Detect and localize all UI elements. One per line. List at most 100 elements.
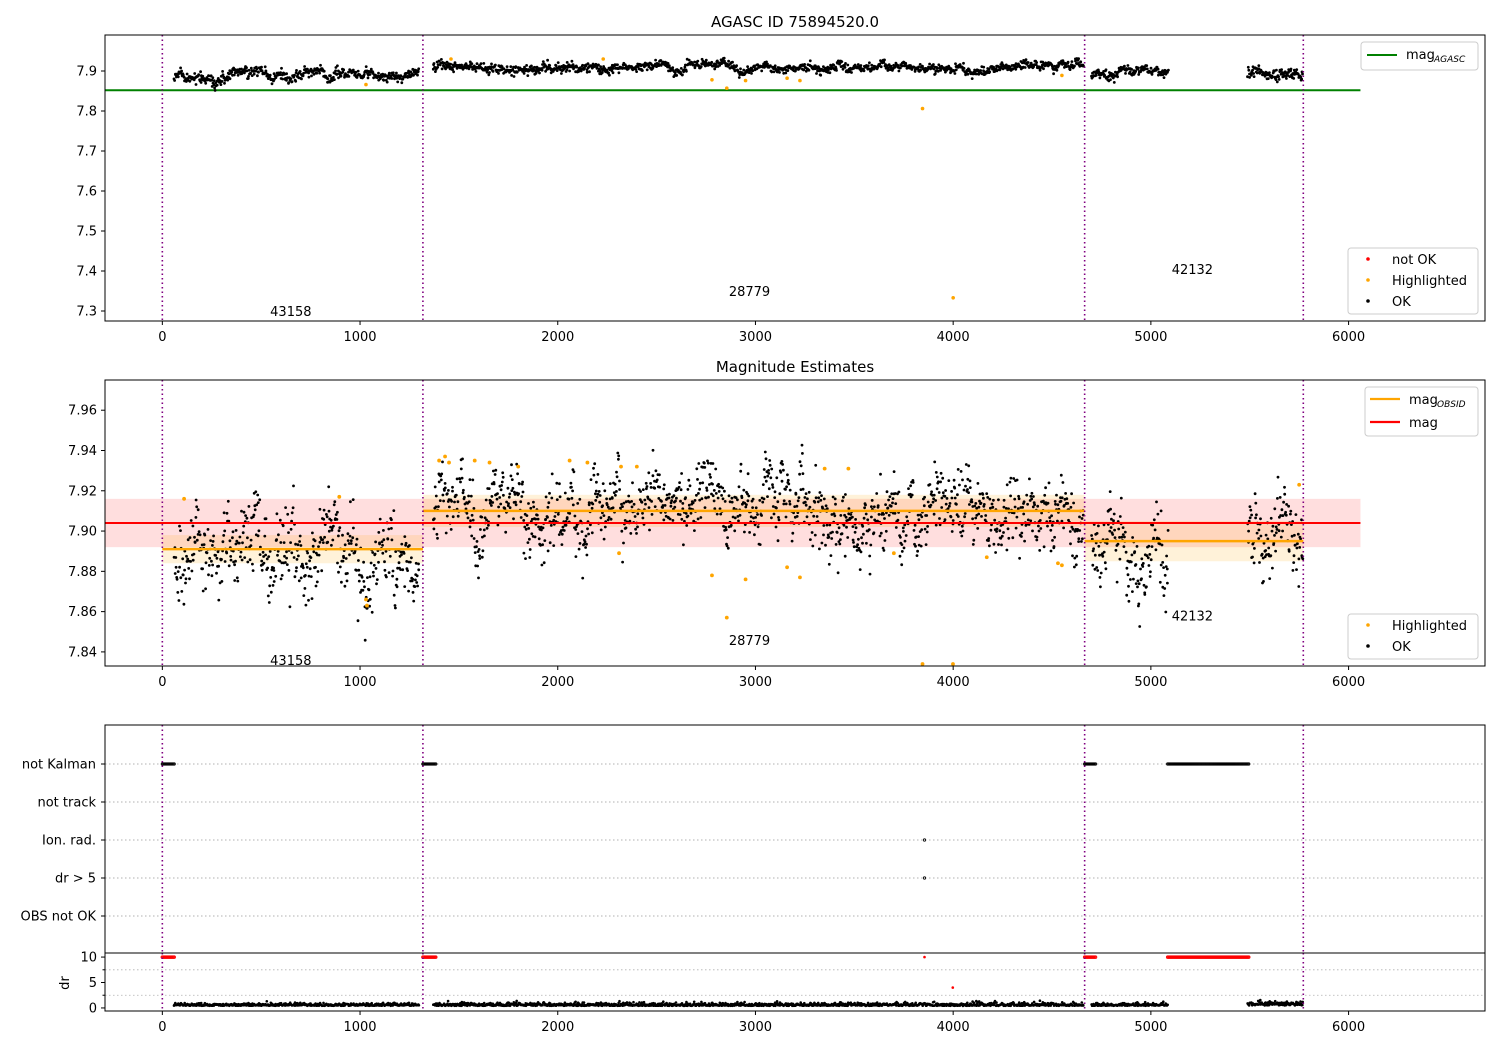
ok-point xyxy=(620,529,624,533)
ok-point xyxy=(1033,503,1036,506)
ok-point xyxy=(891,497,895,500)
ok-point xyxy=(933,72,937,76)
ok-point xyxy=(252,72,256,76)
ok-point xyxy=(532,500,535,504)
highlighted-point xyxy=(710,573,714,578)
ok-point xyxy=(508,492,512,496)
ok-point xyxy=(1152,518,1156,522)
ok-point xyxy=(862,516,866,520)
ok-point xyxy=(795,515,799,518)
ok-point xyxy=(835,69,838,72)
ok-point xyxy=(802,68,806,72)
ok-point xyxy=(477,576,480,580)
ok-point xyxy=(1127,584,1130,588)
ok-point xyxy=(685,69,688,73)
ok-point xyxy=(502,493,505,497)
ok-point xyxy=(289,527,293,531)
ok-point xyxy=(955,502,958,506)
y-tick-label: 7.94 xyxy=(68,444,97,459)
ok-point xyxy=(1073,565,1076,569)
ok-point xyxy=(961,478,964,482)
ok-point xyxy=(527,527,531,530)
ok-point xyxy=(711,462,715,465)
ok-point xyxy=(687,478,691,482)
ok-point xyxy=(691,501,695,505)
ok-point xyxy=(467,494,470,498)
ok-point xyxy=(631,481,634,485)
ok-point xyxy=(1051,539,1054,542)
ok-point xyxy=(868,554,872,558)
ok-point xyxy=(327,509,331,513)
ok-point xyxy=(653,486,657,490)
ok-point xyxy=(395,585,399,589)
ok-point xyxy=(762,468,766,471)
ok-point xyxy=(767,487,771,491)
ok-point xyxy=(337,534,340,538)
ok-point xyxy=(979,69,982,72)
ok-point xyxy=(1018,556,1021,560)
ok-point xyxy=(337,570,340,574)
ok-point xyxy=(636,512,640,516)
ok-point xyxy=(1000,534,1004,538)
ok-point xyxy=(1145,64,1149,67)
ok-point xyxy=(941,476,945,480)
ok-point xyxy=(618,488,621,491)
chart-title: AGASC ID 75894520.0 xyxy=(711,13,879,31)
ok-point xyxy=(238,535,242,539)
ok-point xyxy=(248,558,252,562)
ok-point xyxy=(776,500,780,504)
ok-point xyxy=(826,533,830,537)
ok-point xyxy=(264,553,267,557)
ok-point xyxy=(564,523,568,527)
ok-point xyxy=(641,516,645,520)
highlighted-point xyxy=(920,106,925,111)
ok-point xyxy=(882,512,885,516)
ok-point xyxy=(1137,602,1141,606)
ok-point xyxy=(366,76,370,80)
ok-point xyxy=(261,550,265,554)
ok-point xyxy=(979,501,983,505)
ok-point xyxy=(1127,599,1131,603)
ok-point xyxy=(658,485,662,489)
ok-point xyxy=(1248,505,1252,508)
ok-point xyxy=(786,69,790,72)
ok-point xyxy=(1153,528,1157,532)
ok-point xyxy=(680,472,683,475)
ok-point xyxy=(968,479,972,483)
ok-point xyxy=(1155,500,1158,504)
ok-point xyxy=(937,491,941,494)
ok-point xyxy=(590,506,594,510)
ok-point xyxy=(220,80,224,83)
ok-point xyxy=(448,505,451,509)
ok-point xyxy=(987,537,991,540)
ok-point xyxy=(589,478,593,481)
ok-point xyxy=(1247,68,1251,72)
ok-point xyxy=(344,557,348,560)
ok-point xyxy=(538,71,541,75)
ok-point xyxy=(801,452,804,455)
ok-point xyxy=(322,69,326,73)
ok-point xyxy=(828,71,832,75)
ok-point xyxy=(744,505,748,509)
ok-point xyxy=(800,443,804,447)
ok-point xyxy=(456,514,460,518)
ok-point xyxy=(808,59,812,63)
ok-point xyxy=(780,460,784,463)
ok-point xyxy=(643,498,647,502)
ok-point xyxy=(374,567,378,570)
ok-point xyxy=(1064,492,1067,495)
ok-point xyxy=(640,500,644,504)
highlighted-point xyxy=(601,57,606,61)
ok-point xyxy=(1049,528,1053,532)
ok-point xyxy=(1052,545,1056,548)
ok-point xyxy=(330,543,333,547)
ok-point xyxy=(1021,506,1024,509)
ok-point xyxy=(839,538,842,541)
ok-point xyxy=(1114,548,1118,552)
ok-point xyxy=(1074,563,1078,567)
ok-point xyxy=(533,535,537,539)
ok-point xyxy=(1129,560,1133,564)
ok-point xyxy=(204,81,208,85)
ok-point xyxy=(887,513,891,517)
ok-point xyxy=(804,503,808,507)
